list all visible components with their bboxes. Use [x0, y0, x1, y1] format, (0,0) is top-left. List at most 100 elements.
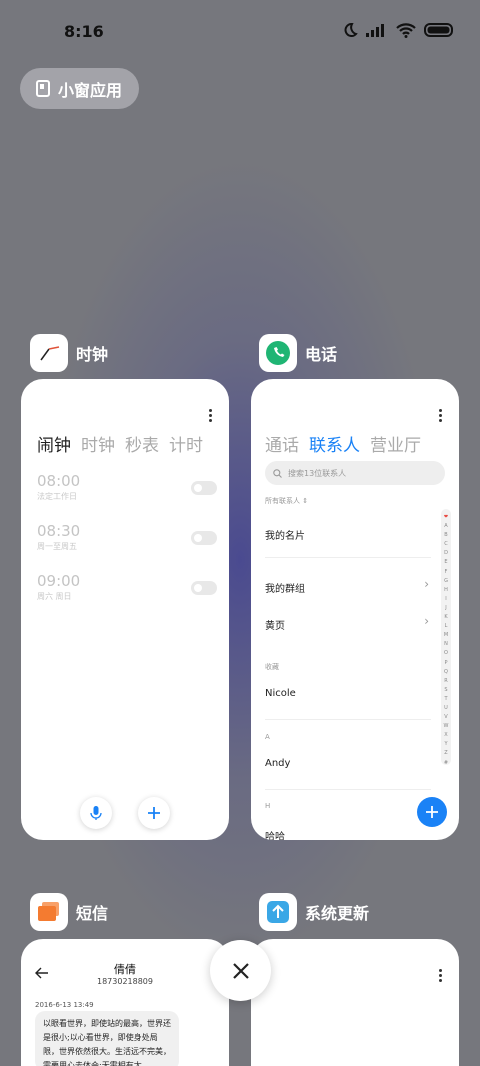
alarm-toggle[interactable]: [191, 481, 217, 495]
alphabet-index-letter[interactable]: O: [444, 649, 448, 658]
my-card-row[interactable]: 我的名片: [265, 527, 305, 542]
app-name-phone: 电话: [305, 345, 338, 364]
alphabet-index-letter[interactable]: H: [444, 586, 448, 595]
alphabet-index-letter[interactable]: D: [444, 549, 448, 558]
all-contacts-label: 所有联系人: [265, 497, 300, 505]
alphabet-index-letter[interactable]: F: [445, 568, 448, 577]
tab-service-hall[interactable]: 营业厅: [370, 431, 421, 456]
alphabet-index-letter[interactable]: T: [444, 695, 447, 704]
close-all-button[interactable]: [210, 940, 271, 1001]
contact-item[interactable]: Nicole: [265, 688, 296, 699]
status-icons: [342, 22, 454, 38]
divider: [265, 557, 431, 558]
voice-button[interactable]: [80, 797, 112, 829]
alphabet-index[interactable]: ❤ A B C D E F G H I J K L M N O P Q R S T U V W X Y Z #: [441, 509, 451, 768]
more-icon[interactable]: [439, 409, 443, 422]
alphabet-index-letter[interactable]: V: [444, 713, 447, 722]
alphabet-index-letter[interactable]: G: [444, 577, 448, 586]
alarm-item[interactable]: 08:00 法定工作日: [37, 472, 217, 512]
alphabet-index-letter[interactable]: X: [444, 731, 447, 740]
tab-timer[interactable]: 计时: [169, 431, 203, 456]
alphabet-index-letter[interactable]: Z: [444, 749, 447, 758]
alphabet-index-letter[interactable]: ❤: [444, 513, 448, 522]
alphabet-index-letter[interactable]: R: [444, 677, 447, 686]
app-name-clock: 时钟: [76, 345, 109, 364]
more-icon[interactable]: [439, 969, 443, 982]
sms-contact-name: 倩倩: [114, 963, 136, 976]
app-name-sms: 短信: [76, 904, 109, 923]
alarm-repeat: 周一至周五: [37, 542, 77, 551]
app-header-update[interactable]: 系统更新: [259, 893, 369, 931]
app-card-phone[interactable]: 通话 联系人 营业厅 搜索13位联系人 所有联系人 ⇕ 我的名片 我的群组 › …: [251, 379, 459, 840]
search-icon: [273, 468, 282, 478]
all-contacts-filter[interactable]: 所有联系人 ⇕: [265, 496, 308, 506]
alphabet-index-letter[interactable]: Y: [444, 740, 447, 749]
divider: [265, 719, 431, 720]
battery-icon: [424, 23, 453, 37]
float-window-icon: [36, 80, 50, 97]
tab-clock[interactable]: 时钟: [81, 431, 115, 456]
alarm-repeat: 周六 周日: [37, 592, 72, 601]
phone-tabs: 通话 联系人 营业厅: [265, 431, 421, 456]
sms-contact-number: 18730218809: [97, 977, 153, 986]
alarm-toggle[interactable]: [191, 531, 217, 545]
clock-tabs: 闹钟 时钟 秒表 计时: [37, 431, 203, 456]
wifi-icon: [396, 22, 416, 38]
update-app-icon: [259, 893, 297, 931]
alarm-item[interactable]: 09:00 周六 周日: [37, 572, 217, 612]
alphabet-index-letter[interactable]: S: [444, 686, 447, 695]
alphabet-index-letter[interactable]: Q: [444, 668, 448, 677]
tab-stopwatch[interactable]: 秒表: [125, 431, 159, 456]
add-contact-button[interactable]: [417, 797, 447, 827]
close-icon: [232, 962, 249, 979]
alarm-time: 08:00: [37, 472, 81, 490]
float-window-button[interactable]: 小窗应用: [20, 68, 139, 109]
more-icon[interactable]: [209, 409, 213, 422]
alphabet-index-letter[interactable]: L: [445, 622, 448, 631]
alphabet-index-letter[interactable]: C: [444, 540, 448, 549]
app-name-update: 系统更新: [305, 904, 370, 923]
sort-icon: ⇕: [302, 497, 309, 505]
alarm-repeat: 法定工作日: [37, 492, 77, 501]
tab-calls[interactable]: 通话: [265, 431, 299, 456]
alphabet-index-letter[interactable]: U: [444, 704, 448, 713]
alphabet-index-letter[interactable]: P: [444, 659, 447, 668]
alarm-time: 08:30: [37, 522, 81, 540]
alphabet-index-letter[interactable]: J: [445, 604, 446, 613]
phone-app-icon: [259, 334, 297, 372]
section-header-a: A: [265, 733, 270, 741]
alphabet-index-letter[interactable]: I: [445, 595, 446, 604]
alphabet-index-letter[interactable]: #: [444, 759, 448, 768]
tab-contacts[interactable]: 联系人: [309, 431, 360, 456]
alphabet-index-letter[interactable]: A: [444, 522, 447, 531]
alarm-toggle[interactable]: [191, 581, 217, 595]
alphabet-index-letter[interactable]: B: [444, 531, 447, 540]
alarm-item[interactable]: 08:30 周一至周五: [37, 522, 217, 562]
app-header-phone[interactable]: 电话: [259, 334, 337, 372]
yellow-pages-row[interactable]: 黄页: [265, 617, 285, 632]
alphabet-index-letter[interactable]: N: [444, 640, 448, 649]
add-alarm-button[interactable]: [138, 797, 170, 829]
chevron-right-icon: ›: [424, 614, 429, 628]
app-header-sms[interactable]: 短信: [30, 893, 108, 931]
contact-item[interactable]: Andy: [265, 758, 290, 769]
alphabet-index-letter[interactable]: M: [444, 631, 448, 640]
chevron-right-icon: ›: [424, 577, 429, 591]
section-header-h: H: [265, 802, 271, 810]
status-bar: 8:16: [0, 0, 480, 62]
app-card-sms[interactable]: 倩倩 18730218809 2016-6-13 13:49 以眼看世界，即使站…: [21, 939, 229, 1066]
alphabet-index-letter[interactable]: K: [444, 613, 447, 622]
app-card-update[interactable]: [251, 939, 459, 1066]
divider: [265, 789, 431, 790]
message-bubble[interactable]: 以眼看世界，即使站的最高，世界还是很小;以心看世界，即使身处局限，世界依然很大。…: [35, 1011, 179, 1066]
alphabet-index-letter[interactable]: W: [444, 722, 449, 731]
plus-icon: [426, 806, 438, 818]
my-groups-row[interactable]: 我的群组: [265, 580, 305, 595]
tab-alarm[interactable]: 闹钟: [37, 431, 71, 456]
signal-icon: [366, 24, 384, 37]
search-input[interactable]: 搜索13位联系人: [265, 461, 445, 485]
app-card-clock[interactable]: 闹钟 时钟 秒表 计时 08:00 法定工作日 08:30 周一至周五 09:0…: [21, 379, 229, 840]
app-header-clock[interactable]: 时钟: [30, 334, 108, 372]
contact-item[interactable]: 哈哈: [265, 828, 285, 840]
alphabet-index-letter[interactable]: E: [444, 558, 447, 567]
